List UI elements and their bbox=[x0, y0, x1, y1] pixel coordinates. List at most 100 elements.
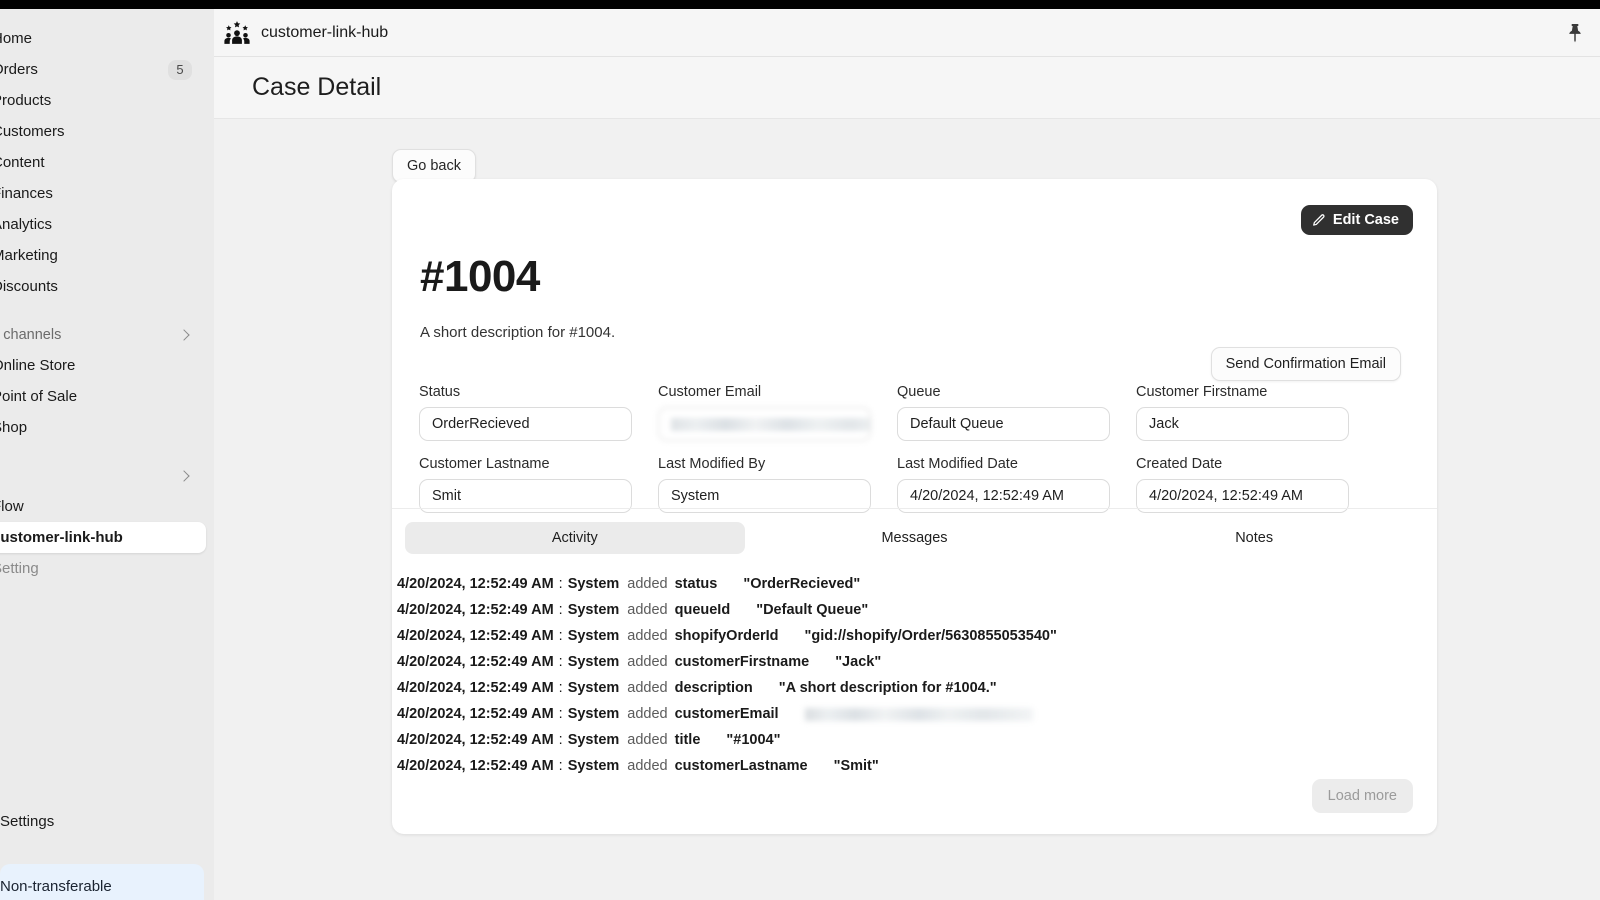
activity-log-row: 4/20/2024, 12:52:49 AM: System added custom… bbox=[397, 701, 1432, 727]
field-input-customer-firstname[interactable]: Jack bbox=[1136, 407, 1349, 441]
sidebar-item-label: customer-link-hub bbox=[0, 529, 123, 546]
activity-actor: System bbox=[567, 628, 620, 644]
edit-case-button[interactable]: Edit Case bbox=[1300, 205, 1413, 235]
activity-verb: added bbox=[627, 706, 668, 722]
app-title: customer-link-hub bbox=[261, 23, 389, 41]
pushpin-icon[interactable] bbox=[1564, 22, 1586, 44]
main-content: Go back Edit Case #1004 A short descript… bbox=[214, 119, 1600, 900]
activity-verb: added bbox=[627, 732, 668, 748]
field-input-customer-email[interactable] bbox=[658, 407, 871, 441]
sidebar-item-shop[interactable]: Shop bbox=[0, 412, 206, 443]
activity-log-row: 4/20/2024, 12:52:49 AM: System added shopif… bbox=[397, 623, 1432, 649]
pencil-icon bbox=[1313, 213, 1325, 226]
tab-messages[interactable]: Messages bbox=[745, 522, 1085, 554]
activity-actor: System bbox=[567, 602, 620, 618]
page-title-band: Case Detail bbox=[214, 57, 1600, 119]
sidebar-sales-channels-list: Online Store Point of Sale Shop bbox=[0, 350, 214, 443]
activity-timestamp: 4/20/2024, 12:52:49 AM bbox=[397, 706, 554, 722]
activity-field-value: "OrderRecieved" bbox=[743, 576, 861, 592]
activity-timestamp: 4/20/2024, 12:52:49 AM bbox=[397, 602, 554, 618]
sidebar-item-label: Shop bbox=[0, 419, 28, 436]
field-input-status[interactable]: OrderRecieved bbox=[419, 407, 632, 441]
sidebar-item-orders[interactable]: Orders 5 bbox=[0, 54, 206, 85]
activity-field-name: status bbox=[674, 576, 718, 592]
activity-verb: added bbox=[627, 602, 668, 618]
sidebar-item-label: Content bbox=[0, 154, 45, 171]
case-tabs: Activity Messages Notes bbox=[405, 522, 1424, 554]
sidebar-promo-banner[interactable]: Non-transferable bbox=[0, 864, 204, 900]
sidebar-item-settings[interactable]: Settings bbox=[0, 806, 54, 837]
sidebar-item-discounts[interactable]: Discounts bbox=[0, 271, 206, 302]
activity-actor: System bbox=[567, 758, 620, 774]
sidebar-item-label: Home bbox=[0, 30, 33, 47]
activity-log-row: 4/20/2024, 12:52:49 AM: System added custom… bbox=[397, 753, 1432, 779]
activity-actor: System bbox=[567, 654, 620, 670]
activity-field-value: "Default Queue" bbox=[756, 602, 869, 618]
activity-actor: System bbox=[567, 706, 620, 722]
card-divider bbox=[392, 508, 1437, 509]
tab-activity[interactable]: Activity bbox=[405, 522, 745, 554]
sidebar-item-online-store[interactable]: Online Store bbox=[0, 350, 206, 381]
activity-field-name: shopifyOrderId bbox=[674, 628, 779, 644]
activity-field-value: "gid://shopify/Order/5630855053540" bbox=[804, 628, 1057, 644]
tab-notes[interactable]: Notes bbox=[1084, 522, 1424, 554]
activity-field-value: "Jack" bbox=[835, 654, 882, 670]
sidebar-item-home[interactable]: Home bbox=[0, 23, 206, 54]
field-label-created-date: Created Date bbox=[1136, 456, 1223, 472]
sidebar-item-label: Discounts bbox=[0, 278, 58, 295]
activity-field-name: customerEmail bbox=[674, 706, 779, 722]
sidebar-item-flow[interactable]: Flow bbox=[0, 491, 206, 522]
sidebar-section-sales-channels[interactable]: s channels bbox=[0, 320, 206, 350]
activity-verb: added bbox=[627, 680, 668, 696]
sidebar-item-analytics[interactable]: Analytics bbox=[0, 209, 206, 240]
sidebar-section-apps-label: s bbox=[0, 468, 178, 484]
sidebar-item-marketing[interactable]: Marketing bbox=[0, 240, 206, 271]
activity-separator: : bbox=[558, 654, 563, 670]
field-label-customer-lastname: Customer Lastname bbox=[419, 456, 550, 472]
case-fields-grid: Status Customer Email Queue Customer Firstn… bbox=[419, 377, 1419, 521]
activity-separator: : bbox=[558, 576, 563, 592]
case-detail-card: Edit Case #1004 A short description for … bbox=[392, 179, 1437, 834]
field-input-queue[interactable]: Default Queue bbox=[897, 407, 1110, 441]
sidebar-item-content[interactable]: Content bbox=[0, 147, 206, 178]
field-label-customer-firstname: Customer Firstname bbox=[1136, 384, 1268, 400]
activity-field-name: title bbox=[674, 732, 701, 748]
sidebar-promo-label: Non-transferable bbox=[0, 878, 112, 895]
sidebar-item-customer-link-hub[interactable]: customer-link-hub bbox=[0, 522, 206, 553]
activity-verb: added bbox=[627, 654, 668, 670]
activity-log-row: 4/20/2024, 12:52:49 AM: System added queueI… bbox=[397, 597, 1432, 623]
activity-timestamp: 4/20/2024, 12:52:49 AM bbox=[397, 654, 554, 670]
activity-verb: added bbox=[627, 576, 668, 592]
app-header-bar: customer-link-hub bbox=[214, 9, 1600, 57]
tab-label: Notes bbox=[1235, 530, 1274, 546]
sidebar-item-label: Setting bbox=[0, 560, 39, 577]
activity-log-row: 4/20/2024, 12:52:49 AM: System added descri… bbox=[397, 675, 1432, 701]
people-group-icon bbox=[224, 20, 250, 44]
sidebar-item-label: Orders bbox=[0, 61, 38, 78]
activity-timestamp: 4/20/2024, 12:52:49 AM bbox=[397, 758, 554, 774]
activity-timestamp: 4/20/2024, 12:52:49 AM bbox=[397, 576, 554, 592]
window-top-strip bbox=[0, 0, 1600, 9]
activity-separator: : bbox=[558, 706, 563, 722]
sidebar-item-label: Flow bbox=[0, 498, 24, 515]
sidebar-item-point-of-sale[interactable]: Point of Sale bbox=[0, 381, 206, 412]
sidebar-item-label: Products bbox=[0, 92, 52, 109]
activity-separator: : bbox=[558, 732, 563, 748]
load-more-button[interactable]: Load more bbox=[1311, 779, 1413, 813]
activity-actor: System bbox=[567, 576, 620, 592]
activity-field-name: queueId bbox=[674, 602, 731, 618]
field-label-customer-email: Customer Email bbox=[658, 384, 762, 400]
sidebar-item-customers[interactable]: Customers bbox=[0, 116, 206, 147]
send-confirmation-email-button[interactable]: Send Confirmation Email bbox=[1210, 347, 1401, 381]
activity-verb: added bbox=[627, 758, 668, 774]
sidebar-primary-nav: Home Orders 5 Products Customers Content Finan… bbox=[0, 9, 214, 302]
sidebar-item-products[interactable]: Products bbox=[0, 85, 206, 116]
activity-field-name: customerFirstname bbox=[674, 654, 810, 670]
sidebar-item-finances[interactable]: Finances bbox=[0, 178, 206, 209]
sidebar-section-apps[interactable]: s bbox=[0, 461, 206, 491]
go-back-button[interactable]: Go back bbox=[392, 149, 476, 183]
activity-field-name: description bbox=[674, 680, 753, 696]
sidebar-item-setting[interactable]: Setting bbox=[0, 553, 206, 584]
